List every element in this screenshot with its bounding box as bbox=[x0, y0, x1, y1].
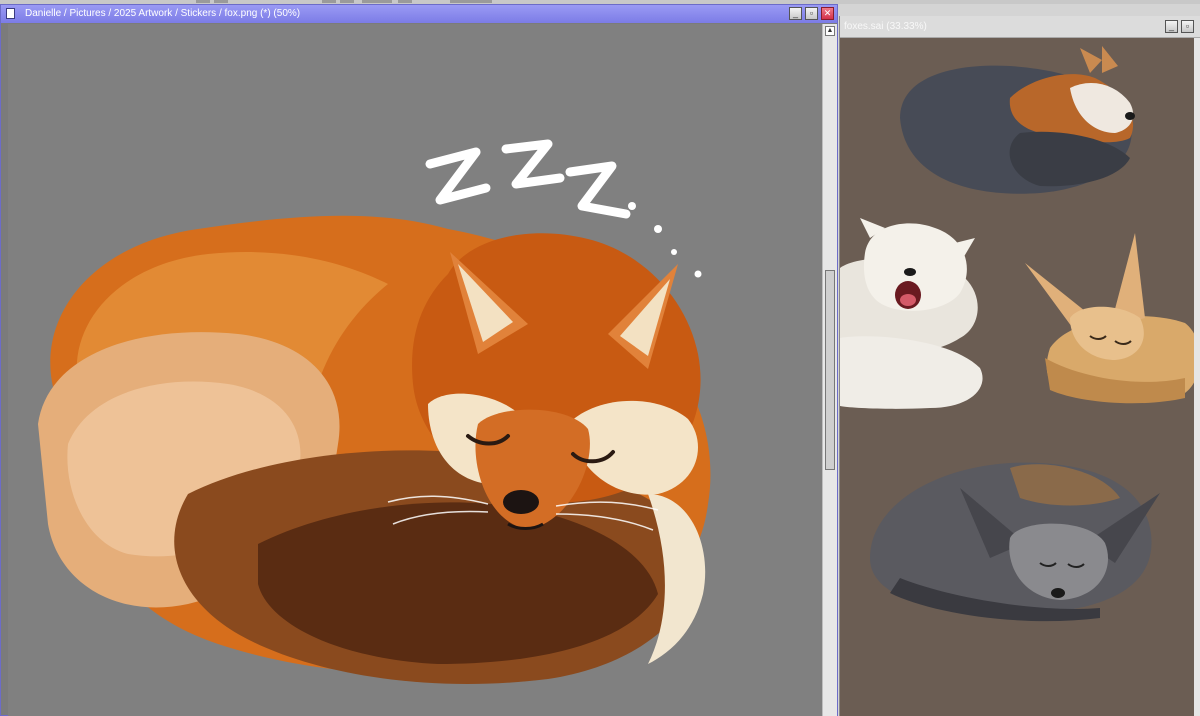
minimize-button[interactable]: _ bbox=[789, 7, 802, 20]
document-icon bbox=[6, 8, 15, 19]
restore-button[interactable]: ▫ bbox=[1181, 20, 1194, 33]
fennec-fox bbox=[1025, 233, 1200, 404]
vertical-scrollbar[interactable] bbox=[1194, 38, 1200, 716]
document-window-fox[interactable]: Danielle / Pictures / 2025 Artwork / Sti… bbox=[0, 4, 838, 716]
title-bar[interactable]: Danielle / Pictures / 2025 Artwork / Sti… bbox=[1, 5, 837, 23]
document-window-foxes[interactable]: foxes.sai (33.33%) _ ▫ bbox=[839, 16, 1200, 716]
close-button[interactable]: ✕ bbox=[821, 7, 834, 20]
drawing-canvas[interactable] bbox=[8, 24, 822, 716]
grey-fox bbox=[900, 46, 1135, 194]
scroll-thumb[interactable] bbox=[825, 270, 835, 470]
title-bar-inactive[interactable]: foxes.sai (33.33%) _ ▫ bbox=[840, 16, 1200, 38]
scroll-up-arrow-icon[interactable]: ▲ bbox=[825, 26, 835, 36]
arctic-fox bbox=[840, 218, 983, 409]
zzz-sleep-icon bbox=[425, 139, 631, 219]
restore-button[interactable]: ▫ bbox=[805, 7, 818, 20]
window-title: Danielle / Pictures / 2025 Artwork / Sti… bbox=[25, 8, 301, 19]
drawing-canvas[interactable] bbox=[840, 38, 1200, 716]
vertical-scrollbar[interactable]: ▲ bbox=[822, 24, 837, 716]
minimize-button[interactable]: _ bbox=[1165, 20, 1178, 33]
fox-artwork bbox=[38, 139, 711, 684]
foxes-artwork bbox=[840, 46, 1200, 622]
window-title: foxes.sai (33.33%) bbox=[844, 21, 927, 32]
bat-eared-fox bbox=[870, 462, 1160, 622]
